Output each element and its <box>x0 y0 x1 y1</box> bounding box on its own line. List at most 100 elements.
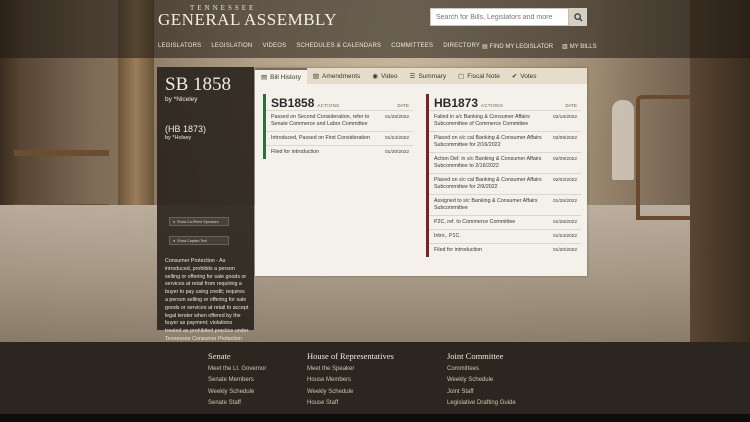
nav-committees[interactable]: COMMITTEES <box>391 43 433 49</box>
bill-history-panel: ▤ Bill History ▧ Amendments ◉ Video ☰ Summar… <box>255 68 587 276</box>
footer-link[interactable]: Senate Staff <box>208 400 266 406</box>
history-row: Filed for introduction 01/20/2022 <box>429 243 581 257</box>
history-action: Placed on s/c cal Banking & Consumer Aff… <box>434 177 542 190</box>
date-label: DATE <box>565 103 577 108</box>
tab-fiscal-note[interactable]: ▢ Fiscal Note <box>452 68 506 84</box>
main-nav: LEGISLATORS LEGISLATION VIDEOS SCHEDULES… <box>158 43 480 49</box>
nav-my-bills-label: MY BILLS <box>569 44 597 50</box>
footer-link[interactable]: House Members <box>307 377 394 383</box>
nav-legislators[interactable]: LEGISLATORS <box>158 43 201 49</box>
footer-senate-title[interactable]: Senate <box>208 351 266 361</box>
search-input[interactable] <box>431 9 568 25</box>
footer-link[interactable]: Committees <box>447 366 516 372</box>
history-action: P2C, ref. to Commerce Committee <box>434 219 516 225</box>
tab-amendments-label: Amendments <box>322 72 361 80</box>
bill-number: SB 1858 <box>165 74 231 95</box>
tab-votes[interactable]: ✔ Votes <box>506 68 543 84</box>
house-history-header: HB1873 ACTIONS DATE <box>429 94 581 110</box>
nav-find-legislator-label: FIND MY LEGISLATOR <box>489 44 554 50</box>
history-action: Assigned to s/c Banking & Consumer Affai… <box>434 198 538 211</box>
document-icon: ▤ <box>261 74 268 81</box>
show-caption-button[interactable]: ● Show Caption Text <box>169 236 229 245</box>
senate-history-header: SB1858 ACTIONS DATE <box>266 94 413 110</box>
senate-history-column: SB1858 ACTIONS DATE Passed on Second Con… <box>263 94 413 159</box>
eye-icon: ● <box>173 219 176 224</box>
document-icon: ▢ <box>458 73 465 80</box>
footer-link[interactable]: Meet the Lt. Governor <box>208 366 266 372</box>
history-row: Failed in s/c Banking & Consumer Affairs… <box>429 110 581 131</box>
history-row: P2C, ref. to Commerce Committee 01/26/202… <box>429 215 581 229</box>
footer-link[interactable]: Meet the Speaker <box>307 366 394 372</box>
nav-find-legislator[interactable]: ▤ FIND MY LEGISLATOR <box>482 43 553 50</box>
list-icon: ☰ <box>409 73 416 80</box>
house-history-column: HB1873 ACTIONS DATE Failed in s/c Bankin… <box>426 94 581 257</box>
background-statue <box>612 100 634 180</box>
tab-bill-history[interactable]: ▤ Bill History <box>255 68 307 84</box>
history-action: Placed on s/c cal Banking & Consumer Aff… <box>434 135 542 148</box>
date-label: DATE <box>397 103 409 108</box>
bill-info-card: SB 1858 by *Niceley (HB 1873) by *Holsey… <box>157 67 254 358</box>
show-caption-label: Show Caption Text <box>177 238 208 243</box>
history-action: Introduced, Passed on First Consideratio… <box>271 135 370 141</box>
site-footer: Senate Meet the Lt. Governor Senate Memb… <box>0 342 750 422</box>
tab-amendments[interactable]: ▧ Amendments <box>307 68 366 84</box>
nav-directory[interactable]: DIRECTORY <box>443 43 480 49</box>
footer-house: House of Representatives Meet the Speake… <box>307 351 394 406</box>
actions-label: ACTIONS <box>317 103 340 108</box>
actions-label: ACTIONS <box>481 103 504 108</box>
show-cosponsors-label: Show Co-Prime Sponsors <box>177 219 219 224</box>
history-row: Placed on s/c cal Banking & Consumer Aff… <box>429 173 581 194</box>
history-action: Filed for introduction <box>434 247 482 253</box>
user-nav: ▤ FIND MY LEGISLATOR ▥ MY BILLS <box>482 43 597 50</box>
history-row: Placed on s/c cal Banking & Consumer Aff… <box>429 131 581 152</box>
logo[interactable]: GENERAL ASSEMBLY <box>158 10 337 30</box>
footer-joint-title[interactable]: Joint Committee <box>447 351 516 361</box>
footer-house-title[interactable]: House of Representatives <box>307 351 394 361</box>
history-date: 01/20/2022 <box>552 248 577 253</box>
bottom-strip <box>0 414 750 422</box>
play-icon: ◉ <box>372 73 378 80</box>
footer-link[interactable]: Senate Members <box>208 377 266 383</box>
tab-summary[interactable]: ☰ Summary <box>404 68 453 84</box>
bill-tabs: ▤ Bill History ▧ Amendments ◉ Video ☰ Summar… <box>255 68 587 84</box>
nav-videos[interactable]: VIDEOS <box>262 43 286 49</box>
history-row: Assigned to s/c Banking & Consumer Affai… <box>429 194 581 215</box>
history-action: Filed for introduction <box>271 149 319 155</box>
history-date: 02/02/2022 <box>552 178 577 183</box>
history-action: Failed in s/c Banking & Consumer Affairs… <box>434 114 530 127</box>
bill-sponsor[interactable]: by *Niceley <box>165 96 198 103</box>
senate-bill-number: SB1858 <box>271 96 315 110</box>
search-icon <box>573 12 583 22</box>
footer-link[interactable]: Legislative Drafting Guide <box>447 400 516 406</box>
footer-link[interactable]: House Staff <box>307 400 394 406</box>
document-icon: ▧ <box>312 73 320 80</box>
nav-my-bills[interactable]: ▥ MY BILLS <box>562 43 597 50</box>
history-row: Action Def. in s/c Banking & Consumer Af… <box>429 152 581 173</box>
history-date: 01/26/2022 <box>552 220 577 225</box>
search-button[interactable] <box>568 8 587 26</box>
show-cosponsors-button[interactable]: ● Show Co-Prime Sponsors <box>169 217 229 226</box>
tab-video-label: Video <box>380 72 398 80</box>
history-date: 02/16/2022 <box>552 115 577 120</box>
companion-bill[interactable]: (HB 1873) <box>165 124 206 134</box>
companion-sponsor[interactable]: by *Holsey <box>165 135 191 141</box>
history-action: Action Def. in s/c Banking & Consumer Af… <box>434 156 542 169</box>
history-action: Passed on Second Consideration, refer to… <box>271 114 370 127</box>
footer-senate: Senate Meet the Lt. Governor Senate Memb… <box>208 351 266 406</box>
nav-schedules[interactable]: SCHEDULES & CALENDARS <box>296 43 381 49</box>
site-header: TENNESSEE GENERAL ASSEMBLY LEGISLATORS L… <box>0 0 750 58</box>
id-card-icon: ▤ <box>482 44 488 50</box>
footer-link[interactable]: Weekly Schedule <box>447 377 516 383</box>
history-date: 01/24/2022 <box>552 234 577 239</box>
footer-link[interactable]: Joint Staff <box>447 389 516 395</box>
footer-link[interactable]: Weekly Schedule <box>307 389 394 395</box>
history-date: 01/26/2022 <box>384 115 409 120</box>
nav-legislation[interactable]: LEGISLATION <box>211 43 252 49</box>
history-date: 02/09/2022 <box>552 157 577 162</box>
history-action: Intro., P1C. <box>434 233 461 239</box>
footer-link[interactable]: Weekly Schedule <box>208 389 266 395</box>
tab-video[interactable]: ◉ Video <box>366 68 403 84</box>
check-icon: ✔ <box>511 73 518 80</box>
history-date: 01/26/2022 <box>552 199 577 204</box>
document-icon: ▥ <box>562 44 568 50</box>
